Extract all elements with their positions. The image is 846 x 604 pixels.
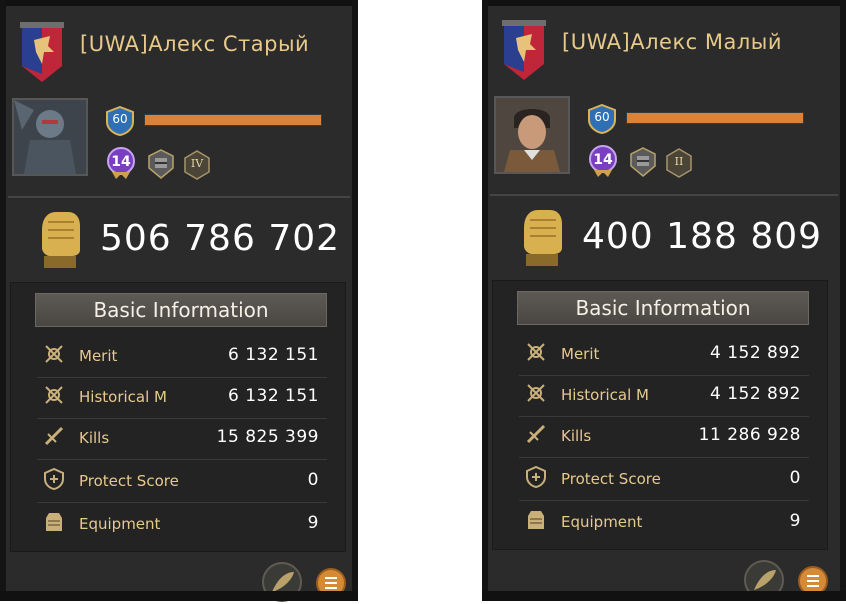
player-name: [UWA]Алекс Малый [562, 30, 782, 54]
avatar-image [496, 98, 568, 172]
player-level: 60 [112, 112, 128, 126]
avatar-image [14, 100, 86, 174]
alliance-banner-icon [20, 22, 64, 82]
stat-row-merit: Merit 4 152 892 [519, 335, 809, 376]
stat-label: Historical M [79, 388, 167, 406]
alliance-banner-icon [502, 20, 546, 80]
stat-row-protect-score: Protect Score 0 [519, 460, 809, 501]
divider [490, 194, 838, 196]
stat-row-merit: Merit 6 132 151 [37, 337, 327, 378]
stat-value: 6 132 151 [227, 345, 319, 365]
stat-value: 6 132 151 [227, 386, 319, 406]
card-edge [840, 0, 846, 601]
player-card-right: [UWA]Алекс Малый 60 14 II 400 188 809 Ba… [482, 0, 846, 601]
card-edge [482, 0, 488, 601]
power-fist-icon [42, 212, 80, 268]
stat-row-kills: Kills 11 286 928 [519, 417, 809, 458]
stat-label: Equipment [79, 515, 161, 533]
stat-value: 4 152 892 [709, 384, 801, 404]
card-edge [0, 591, 358, 601]
protect-shield-icon [44, 468, 64, 490]
power-value: 506 786 702 [100, 218, 341, 259]
stat-label: Protect Score [79, 472, 179, 490]
basic-info-panel: Basic Information Merit 4 152 892 Histor… [492, 280, 828, 550]
divider [8, 196, 350, 198]
stat-row-equipment: Equipment 9 [519, 503, 809, 543]
rank-numeral: IV [190, 157, 204, 170]
helmet-badge-icon [630, 147, 656, 177]
equipment-armor-icon [46, 513, 62, 531]
experience-fill [145, 115, 321, 125]
stat-value: 9 [789, 511, 801, 531]
stat-row-equipment: Equipment 9 [37, 505, 327, 545]
stat-value: 4 152 892 [709, 343, 801, 363]
merit-icon [45, 345, 63, 363]
stat-label: Equipment [561, 513, 643, 531]
card-edge [482, 0, 846, 6]
stat-row-historical-merit: Historical M 4 152 892 [519, 376, 809, 417]
stat-label: Kills [79, 429, 110, 447]
stat-value: 0 [307, 470, 319, 490]
historical-merit-icon [45, 386, 63, 404]
merit-icon [527, 343, 545, 361]
stat-label: Kills [561, 427, 592, 445]
vip-level: 14 [111, 154, 131, 170]
stat-value: 15 825 399 [216, 427, 319, 447]
stat-row-kills: Kills 15 825 399 [37, 419, 327, 460]
stat-value: 0 [789, 468, 801, 488]
card-edge [0, 0, 358, 6]
section-title: Basic Information [35, 293, 327, 327]
stat-row-protect-score: Protect Score 0 [37, 462, 327, 503]
basic-info-panel: Basic Information Merit 6 132 151 Histor… [10, 282, 346, 552]
stat-label: Merit [561, 345, 600, 363]
rank-numeral: II [674, 155, 684, 168]
power-value: 400 188 809 [582, 216, 823, 257]
stat-value: 11 286 928 [698, 425, 801, 445]
player-level: 60 [594, 110, 610, 124]
stat-row-historical-merit: Historical M 6 132 151 [37, 378, 327, 419]
power-fist-icon [524, 210, 562, 266]
card-edge [0, 0, 6, 601]
section-title: Basic Information [517, 291, 809, 325]
protect-shield-icon [526, 466, 546, 488]
helmet-badge-icon [148, 149, 174, 179]
card-edge [482, 591, 846, 601]
kills-icon [44, 426, 64, 446]
experience-bar [626, 112, 804, 124]
experience-fill [627, 113, 803, 123]
player-avatar[interactable] [494, 96, 570, 174]
kills-icon [526, 424, 546, 444]
card-edge [352, 0, 358, 601]
player-card-left: [UWA]Алекс Старый 60 14 IV 506 786 702 B… [0, 0, 358, 602]
experience-bar [144, 114, 322, 126]
historical-merit-icon [527, 384, 545, 402]
equipment-armor-icon [528, 511, 544, 529]
stat-label: Merit [79, 347, 118, 365]
stat-label: Historical M [561, 386, 649, 404]
stat-value: 9 [307, 513, 319, 533]
player-name: [UWA]Алекс Старый [80, 32, 310, 56]
player-avatar[interactable] [12, 98, 88, 176]
stat-label: Protect Score [561, 470, 661, 488]
vip-level: 14 [593, 152, 613, 168]
